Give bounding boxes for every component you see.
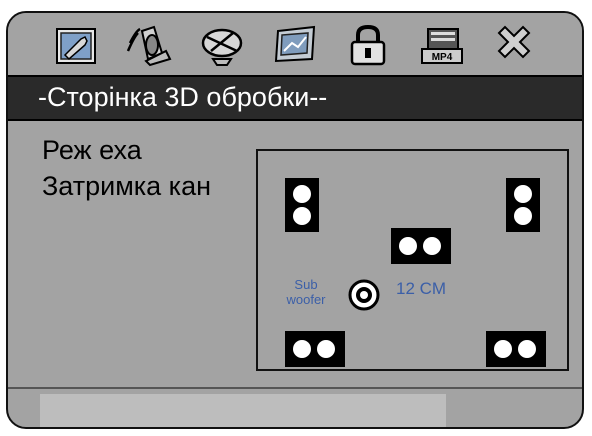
subwoofer-label: Sub woofer [278,277,334,307]
speaker-front-left[interactable] [285,178,319,232]
close-x-icon[interactable] [491,23,537,67]
menu-item-echo-mode[interactable]: Реж еха [42,135,142,166]
subwoofer-label-line1: Sub [294,277,318,292]
speaker-center[interactable] [391,228,451,264]
delay-value: 12 CM [396,279,447,298]
picture-adjust-icon[interactable] [272,23,318,67]
icon-bar: MP4 [8,13,582,75]
page-title: -Сторінка 3D обробки-- [38,82,328,112]
mp4-icon[interactable]: MP4 [418,23,464,67]
page-title-bar: -Сторінка 3D обробки-- [8,75,582,121]
status-bar [40,394,446,427]
bottom-divider [8,387,582,389]
speaker-rear-right[interactable] [486,331,546,367]
svg-text:MP4: MP4 [432,52,453,63]
satellite-dish-icon[interactable] [199,23,245,67]
osd-window: MP4 -Сторінка 3D обробки-- Реж еха Затри… [6,11,584,429]
speaker-layout-panel: Sub woofer 12 CM [256,149,569,371]
speaker-front-right[interactable] [506,178,540,232]
padlock-icon[interactable] [345,23,391,67]
speaker-rear-left[interactable] [285,331,345,367]
subwoofer-icon[interactable] [348,279,380,311]
subwoofer-label-line2: woofer [286,292,326,307]
menu-item-channel-delay[interactable]: Затримка кан [42,171,211,202]
audio-speaker-icon[interactable] [126,23,172,67]
settings-wrench-icon[interactable] [53,23,99,67]
